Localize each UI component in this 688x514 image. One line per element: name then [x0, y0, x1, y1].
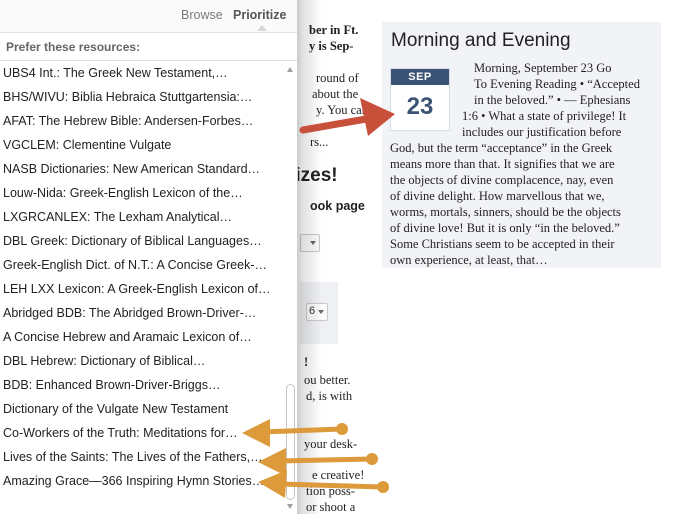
card-text-line: includes our justification before: [462, 125, 622, 139]
bg-text-fragment: y. You can: [316, 103, 368, 117]
list-item[interactable]: BHS/WIVU: Biblia Hebraica Stuttgartensia…: [3, 86, 252, 108]
card-text-line: the objects of divine complacence, nay, …: [390, 173, 614, 187]
panel-header: Browse Prioritize: [0, 0, 297, 33]
section-label: Prefer these resources:: [6, 40, 141, 54]
bg-text-fragment: round of: [316, 71, 359, 85]
scrollbar-thumb[interactable]: [286, 384, 295, 500]
card-title: Morning and Evening: [391, 30, 571, 51]
card-text-line: Some Christians seem to be accepted in t…: [390, 237, 615, 251]
scroll-up-icon[interactable]: [287, 67, 293, 72]
list-item[interactable]: DBL Greek: Dictionary of Biblical Langua…: [3, 230, 262, 252]
card-text-line: 1:6 • What a state of privilege! It: [462, 109, 627, 123]
list-item[interactable]: Dictionary of the Vulgate New Testament: [3, 398, 228, 420]
morning-evening-card[interactable]: Morning and Evening SEP 23 Morning, Sept…: [382, 22, 661, 268]
list-item[interactable]: Lives of the Saints: The Lives of the Fa…: [3, 446, 263, 468]
active-tab-indicator: [257, 25, 267, 31]
resource-priority-panel: Browse Prioritize Prefer these resources…: [0, 0, 298, 514]
calendar-month: SEP: [391, 69, 449, 85]
card-text-line: own experience, at least, that…: [390, 253, 548, 267]
list-item[interactable]: Greek-English Dict. of N.T.: A Concise G…: [3, 254, 267, 276]
list-item[interactable]: LEH LXX Lexicon: A Greek-English Lexicon…: [3, 278, 271, 300]
card-text-line: of divine love! But it is only “in the b…: [390, 221, 620, 235]
tab-prioritize[interactable]: Prioritize: [233, 8, 287, 22]
calendar-icon: SEP 23: [390, 68, 450, 131]
card-text-line: God, but the term “acceptance” in the Gr…: [390, 141, 613, 155]
scrollbar[interactable]: [284, 62, 297, 514]
list-item[interactable]: A Concise Hebrew and Aramaic Lexicon of…: [3, 326, 252, 348]
card-text-line: worms, mortals, sinners, should be the o…: [390, 205, 621, 219]
card-text-line: in the beloved.” • — Ephesians: [474, 93, 631, 107]
list-item[interactable]: Co-Workers of the Truth: Meditations for…: [3, 422, 238, 444]
card-text-line: To Evening Reading • “Accepted: [474, 77, 640, 91]
list-item[interactable]: Louw-Nida: Greek-English Lexicon of the…: [3, 182, 243, 204]
card-text-line: means more than that. It signifies that …: [390, 157, 615, 171]
list-item[interactable]: NASB Dictionaries: New American Standard…: [3, 158, 260, 180]
list-item[interactable]: Abridged BDB: The Abridged Brown-Driver-…: [3, 302, 256, 324]
divider: [0, 60, 297, 61]
list-item[interactable]: DBL Hebrew: Dictionary of Biblical…: [3, 350, 205, 372]
list-item[interactable]: UBS4 Int.: The Greek New Testament,…: [3, 62, 228, 84]
scroll-down-icon[interactable]: [287, 504, 293, 509]
tab-browse[interactable]: Browse: [181, 8, 223, 22]
list-item[interactable]: LXGRCANLEX: The Lexham Analytical…: [3, 206, 232, 228]
list-item[interactable]: AFAT: The Hebrew Bible: Andersen-Forbes…: [3, 110, 253, 132]
calendar-day: 23: [406, 93, 434, 120]
list-item[interactable]: BDB: Enhanced Brown-Driver-Briggs…: [3, 374, 220, 396]
card-text-line: Morning, September 23 Go: [474, 61, 612, 75]
list-item[interactable]: Amazing Grace—366 Inspiring Hymn Stories…: [3, 470, 264, 492]
list-item[interactable]: VGCLEM: Clementine Vulgate: [3, 134, 171, 156]
card-text-line: of divine delight. How marvellous that w…: [390, 189, 605, 203]
